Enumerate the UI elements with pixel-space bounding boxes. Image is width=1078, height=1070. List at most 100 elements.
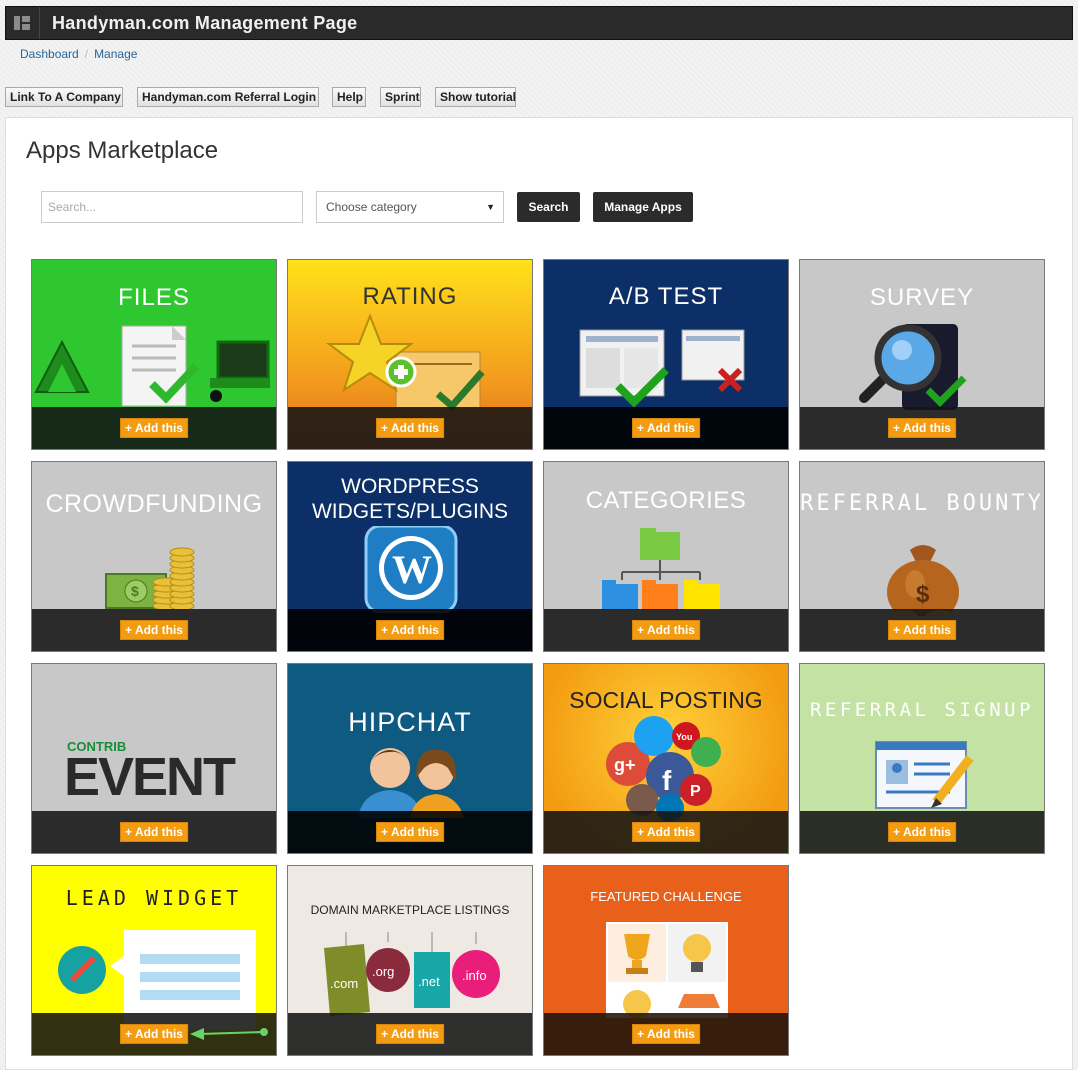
tile-footer: + Add this [32,407,276,449]
domain-tags-icon: .com .org .net .info [324,932,500,1016]
app-title: HIPCHAT [348,707,472,737]
wordpress-icon: W [364,526,458,614]
search-input[interactable] [41,191,303,223]
app-title: DOMAIN MARKETPLACE LISTINGS [310,903,510,917]
menu-grid-icon[interactable] [14,16,30,30]
show-tutorial-button[interactable]: Show tutorial [435,87,516,107]
add-app-button[interactable]: + Add this [376,822,444,842]
svg-text:W: W [392,547,432,592]
app-title: REFERRAL SIGNUP [809,699,1035,721]
help-button[interactable]: Help [332,87,366,107]
tile-footer: + Add this [288,811,532,853]
add-app-button[interactable]: + Add this [120,418,188,438]
app-tile-domain-marketplace[interactable]: DOMAIN MARKETPLACE LISTINGS .com .org .n… [287,865,533,1056]
app-tile-files[interactable]: FILES + Add this [31,259,277,450]
referral-login-button[interactable]: Handyman.com Referral Login [137,87,319,107]
domain-tag: .com [330,976,358,991]
breadcrumb-manage[interactable]: Manage [94,47,137,61]
apps-marketplace-panel: Apps Marketplace Choose category ▼ Searc… [5,117,1073,1070]
add-app-button[interactable]: + Add this [632,418,700,438]
money-coins-icon: $ [105,547,195,611]
tile-footer: + Add this [544,811,788,853]
tile-footer: + Add this [544,1013,788,1055]
files-icon [34,325,270,407]
domain-tag: .net [418,974,440,989]
top-bar: Handyman.com Management Page [5,6,1073,40]
app-tile-wordpress[interactable]: WORDPRESS WIDGETS/PLUGINS W + Add this [287,461,533,652]
add-app-button[interactable]: + Add this [376,1024,444,1044]
add-app-button[interactable]: + Add this [120,822,188,842]
app-tile-referral-bounty[interactable]: REFERRAL BOUNTY $ + Add this [799,461,1045,652]
app-title: REFERRAL BOUNTY [800,491,1044,516]
add-app-button[interactable]: + Add this [376,620,444,640]
tile-footer: + Add this [288,1013,532,1055]
social-icons-icon: g+ You f P [606,716,721,822]
category-select-value: Choose category [326,200,417,214]
category-select[interactable]: Choose category ▼ [316,191,504,223]
domain-tag: .info [462,968,487,983]
tile-footer: + Add this [800,407,1044,449]
trophy-icon [606,922,728,1018]
ab-test-icon [579,329,745,408]
divider [39,7,40,39]
tile-footer: + Add this [288,407,532,449]
app-tile-categories[interactable]: CATEGORIES + Add this [543,461,789,652]
tile-footer: + Add this [800,609,1044,651]
manage-apps-button[interactable]: Manage Apps [593,192,693,222]
tile-footer: + Add this [544,407,788,449]
app-title: EVENT [64,747,236,807]
svg-text:You: You [676,732,692,742]
app-title: SOCIAL POSTING [569,687,763,713]
svg-text:$: $ [131,583,139,599]
app-tile-social-posting[interactable]: SOCIAL POSTING g+ You f P + Add this [543,663,789,854]
add-app-button[interactable]: + Add this [120,1024,188,1044]
arrow-pointer-icon [190,1028,268,1040]
app-title: CROWDFUNDING [45,490,263,518]
search-button[interactable]: Search [517,192,580,222]
marketplace-heading: Apps Marketplace [26,137,219,164]
app-title: FEATURED CHALLENGE [590,889,742,904]
svg-text:P: P [690,783,701,800]
breadcrumb-dashboard[interactable]: Dashboard [20,47,79,61]
add-app-button[interactable]: + Add this [376,418,444,438]
add-app-button[interactable]: + Add this [888,418,956,438]
app-tile-survey[interactable]: SURVEY + Add this [799,259,1045,450]
app-tile-hipchat[interactable]: HIPCHAT + Add this [287,663,533,854]
money-bag-icon: $ [887,545,959,616]
link-to-company-button[interactable]: Link To A Company [5,87,123,107]
app-title: CATEGORIES [585,487,747,514]
tile-footer: + Add this [800,811,1044,853]
app-tile-lead-widget[interactable]: LEAD WIDGET + Add this [31,865,277,1056]
survey-icon [859,324,967,410]
app-tile-featured-challenge[interactable]: FEATURED CHALLENGE + Add this [543,865,789,1056]
signup-form-icon [875,741,974,809]
caret-down-icon: ▼ [486,202,495,212]
add-app-button[interactable]: + Add this [120,620,188,640]
star-rating-icon [326,313,485,411]
domain-tag: .org [372,964,394,979]
app-tile-ab-test[interactable]: A/B TEST + Add this [543,259,789,450]
app-title: SURVEY [869,284,975,311]
tile-footer: + Add this [32,609,276,651]
tile-footer: + Add this [32,811,276,853]
app-title: LEAD WIDGET [65,886,243,910]
add-app-button[interactable]: + Add this [888,822,956,842]
sprint-button[interactable]: Sprint [380,87,421,107]
tile-footer: + Add this [288,609,532,651]
app-tile-rating[interactable]: RATING + Add this [287,259,533,450]
folders-icon [602,528,720,610]
add-app-button[interactable]: + Add this [632,1024,700,1044]
add-app-button[interactable]: + Add this [632,822,700,842]
page-title: Handyman.com Management Page [52,13,358,33]
svg-text:g+: g+ [614,755,636,775]
app-title: RATING [362,283,458,310]
breadcrumb: Dashboard / Manage [20,47,137,61]
add-app-button[interactable]: + Add this [888,620,956,640]
app-tile-referral-signup[interactable]: REFERRAL SIGNUP + Add this [799,663,1045,854]
app-title: WORDPRESS WIDGETS/PLUGINS [311,475,509,523]
app-tile-crowdfunding[interactable]: CROWDFUNDING $ + Add this [31,461,277,652]
svg-text:f: f [662,765,672,796]
users-icon [358,748,464,818]
app-tile-event[interactable]: CONTRIB EVENT + Add this [31,663,277,854]
add-app-button[interactable]: + Add this [632,620,700,640]
